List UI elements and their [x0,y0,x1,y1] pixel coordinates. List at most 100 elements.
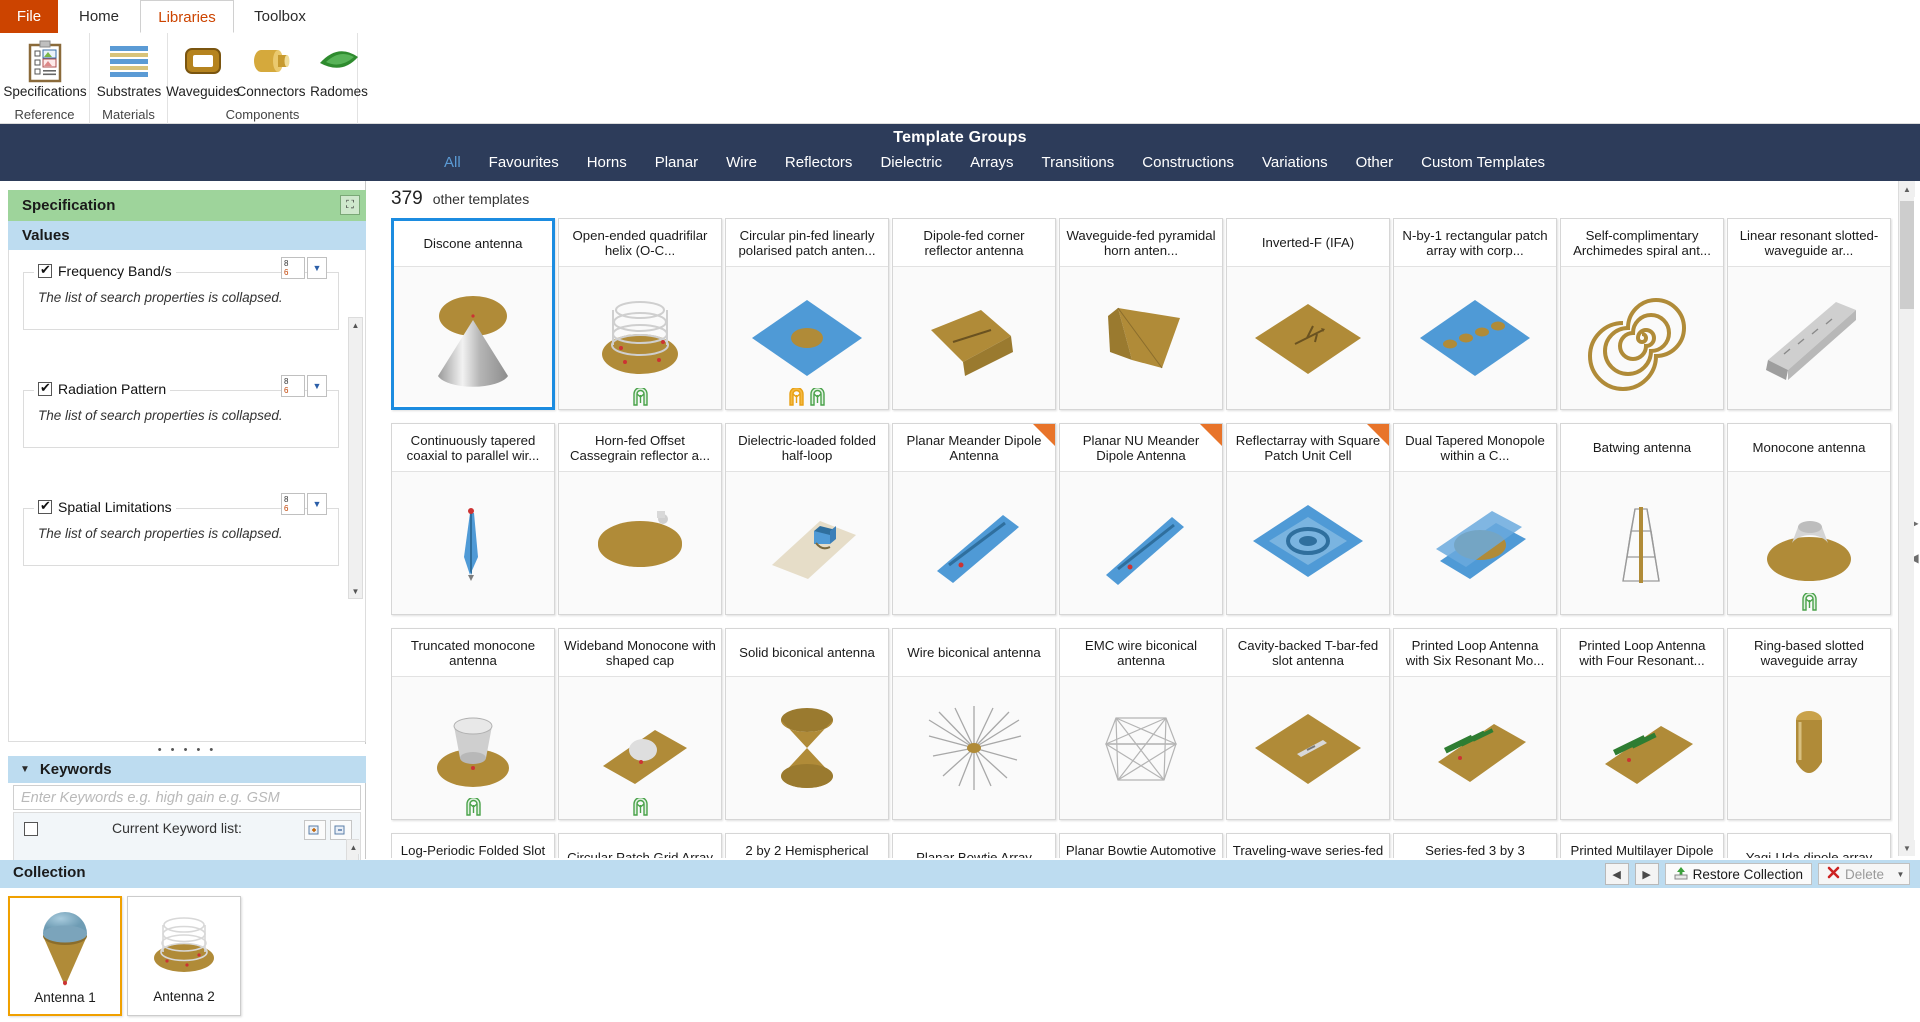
ribbon-button-radomes[interactable]: Radomes [294,37,384,99]
template-group-tab-arrays[interactable]: Arrays [956,154,1027,171]
template-grid-scrollbar[interactable]: ▲ ▼ [1898,181,1915,856]
panel-resize-grip[interactable]: • • • • • [8,744,366,756]
template-group-tab-variations[interactable]: Variations [1248,154,1342,171]
keywords-input[interactable]: Enter Keywords e.g. high gain e.g. GSM [13,785,361,810]
ribbon-group-label-components: Components [225,107,300,122]
template-group-tab-wire[interactable]: Wire [712,154,771,171]
template-card[interactable]: Series-fed 3 by 3 rectangular patch arra… [1393,833,1557,858]
template-card[interactable]: Continuously tapered coaxial to parallel… [391,423,555,615]
delete-button[interactable]: Delete [1817,863,1892,885]
keyword-remove-icon[interactable] [330,820,352,840]
restore-collection-button[interactable]: Restore Collection [1664,863,1812,885]
template-card[interactable]: Discone antenna [391,218,555,410]
collection-prev-button[interactable]: ◀ [1604,863,1629,885]
template-card-thumbnail [1728,677,1890,819]
template-group-tab-transitions[interactable]: Transitions [1027,154,1128,171]
scrollbar-thumb[interactable] [1900,201,1914,309]
template-card[interactable]: Truncated monocone antenna [391,628,555,820]
template-group-tab-constructions[interactable]: Constructions [1128,154,1248,171]
current-keyword-list-label: Current Keyword list: [112,820,242,836]
template-group-tab-custom-templates[interactable]: Custom Templates [1407,154,1559,171]
template-count: 379 [391,188,423,209]
template-card[interactable]: Printed Loop Antenna with Four Resonant.… [1560,628,1724,820]
template-card[interactable]: Wire biconical antenna [892,628,1056,820]
spec-group-radiation-pattern[interactable]: Radiation Pattern The list of search pro… [23,380,339,448]
template-card[interactable]: Printed Multilayer Dipole Array [1560,833,1724,858]
collection-item-antenna-2[interactable]: Antenna 2 [127,896,241,1016]
template-group-tab-planar[interactable]: Planar [641,154,712,171]
template-card-title: Dipole-fed corner reflector antenna [893,219,1055,267]
template-card[interactable]: Dipole-fed corner reflector antenna [892,218,1056,410]
template-card[interactable]: Cavity-backed T-bar-fed slot antenna [1226,628,1390,820]
template-card[interactable]: Reflectarray with Square Patch Unit Cell [1226,423,1390,615]
template-group-tab-horns[interactable]: Horns [573,154,641,171]
template-card-title: Waveguide-fed pyramidal horn anten... [1060,219,1222,267]
template-card[interactable]: Dual Tapered Monopole within a C... [1393,423,1557,615]
template-card[interactable]: Planar NU Meander Dipole Antenna [1059,423,1223,615]
checkbox-spatial-limitations[interactable] [38,498,52,514]
template-group-tab-favourites[interactable]: Favourites [475,154,573,171]
spec-group-label: Frequency Band/s [58,263,172,279]
template-card[interactable]: Planar Bowtie Automotive Array [1059,833,1223,858]
popout-icon[interactable]: ⛶ [340,195,360,215]
ribbon-button-label: Radomes [310,84,368,99]
collection-item-thumbnail [128,897,240,989]
template-card-title: Planar Meander Dipole Antenna [893,424,1055,472]
collection-item-antenna-1[interactable]: Antenna 1 [8,896,122,1016]
scroll-down-arrow[interactable]: ▼ [349,584,362,598]
template-card[interactable]: Horn-fed Offset Cassegrain reflector a..… [558,423,722,615]
template-card[interactable]: Monocone antenna [1727,423,1891,615]
template-card[interactable]: Linear resonant slotted-waveguide ar... [1727,218,1891,410]
template-card[interactable]: Log-Periodic Folded Slot Array [391,833,555,858]
template-card[interactable]: EMC wire biconical antenna [1059,628,1223,820]
ribbon-tab-libraries[interactable]: Libraries [140,0,234,33]
ribbon-tab-file[interactable]: File [0,0,58,33]
checkbox-frequency-bands[interactable] [38,262,52,278]
template-card[interactable]: Yagi-Uda dipole array [1727,833,1891,858]
template-group-tab-dielectric[interactable]: Dielectric [866,154,956,171]
scroll-down-arrow[interactable]: ▼ [1899,840,1915,856]
template-card[interactable]: N-by-1 rectangular patch array with corp… [1393,218,1557,410]
template-card[interactable]: Printed Loop Antenna with Six Resonant M… [1393,628,1557,820]
delete-dropdown-caret[interactable]: ▼ [1892,863,1910,885]
checkbox-radiation-pattern[interactable] [38,380,52,396]
template-card[interactable]: Circular pin-fed linearly polarised patc… [725,218,889,410]
template-card[interactable]: Traveling-wave series-fed rectangular mi… [1226,833,1390,858]
spec-group-description: The list of search properties is collaps… [38,290,283,305]
template-card[interactable]: Planar Meander Dipole Antenna [892,423,1056,615]
template-card[interactable]: Inverted-F (IFA) [1226,218,1390,410]
keywords-header[interactable]: ▼ Keywords [8,756,366,783]
antenna-badge-green-icon [1801,591,1818,612]
ribbon-button-specifications[interactable]: Specifications [0,37,90,99]
ribbon-tab-home[interactable]: Home [62,0,136,33]
antenna-badge-green-icon [632,386,649,407]
spec-group-frequency-bands[interactable]: Frequency Band/s The list of search prop… [23,262,339,330]
ribbon-tabstrip: File Home Libraries Toolbox [0,0,1920,33]
template-group-tab-reflectors[interactable]: Reflectors [771,154,867,171]
template-card[interactable]: Open-ended quadrifilar helix (O-C... [558,218,722,410]
template-card[interactable]: 2 by 2 Hemispherical helical array [725,833,889,858]
checkbox-current-keyword-list[interactable] [24,822,38,836]
template-group-tab-all[interactable]: All [430,154,475,171]
template-card[interactable]: Wideband Monocone with shaped cap [558,628,722,820]
template-card[interactable]: Self-complimentary Archimedes spiral ant… [1560,218,1724,410]
template-card[interactable]: Waveguide-fed pyramidal horn anten... [1059,218,1223,410]
ribbon-tab-toolbox[interactable]: Toolbox [240,0,320,33]
scroll-up-arrow[interactable]: ▲ [349,318,362,332]
keyword-add-icon[interactable] [304,820,326,840]
template-card[interactable]: Planar Bowtie Array [892,833,1056,858]
frequency-bands-dropdown[interactable]: ▼ [307,257,327,279]
collection-next-button[interactable]: ▶ [1634,863,1659,885]
template-card[interactable]: Solid biconical antenna [725,628,889,820]
specification-scrollbar[interactable]: ▲ ▼ [348,317,363,599]
scroll-up-arrow[interactable]: ▲ [1899,181,1915,197]
template-group-tab-other[interactable]: Other [1342,154,1408,171]
scroll-up-arrow[interactable]: ▲ [347,840,360,854]
spec-group-spatial-limitations[interactable]: Spatial Limitations The list of search p… [23,498,339,566]
template-card[interactable]: Batwing antenna [1560,423,1724,615]
template-card[interactable]: Circular Patch Grid Array [558,833,722,858]
spatial-limitations-dropdown[interactable]: ▼ [307,493,327,515]
template-card[interactable]: Dielectric-loaded folded half-loop [725,423,889,615]
radiation-pattern-dropdown[interactable]: ▼ [307,375,327,397]
template-card[interactable]: Ring-based slotted waveguide array [1727,628,1891,820]
